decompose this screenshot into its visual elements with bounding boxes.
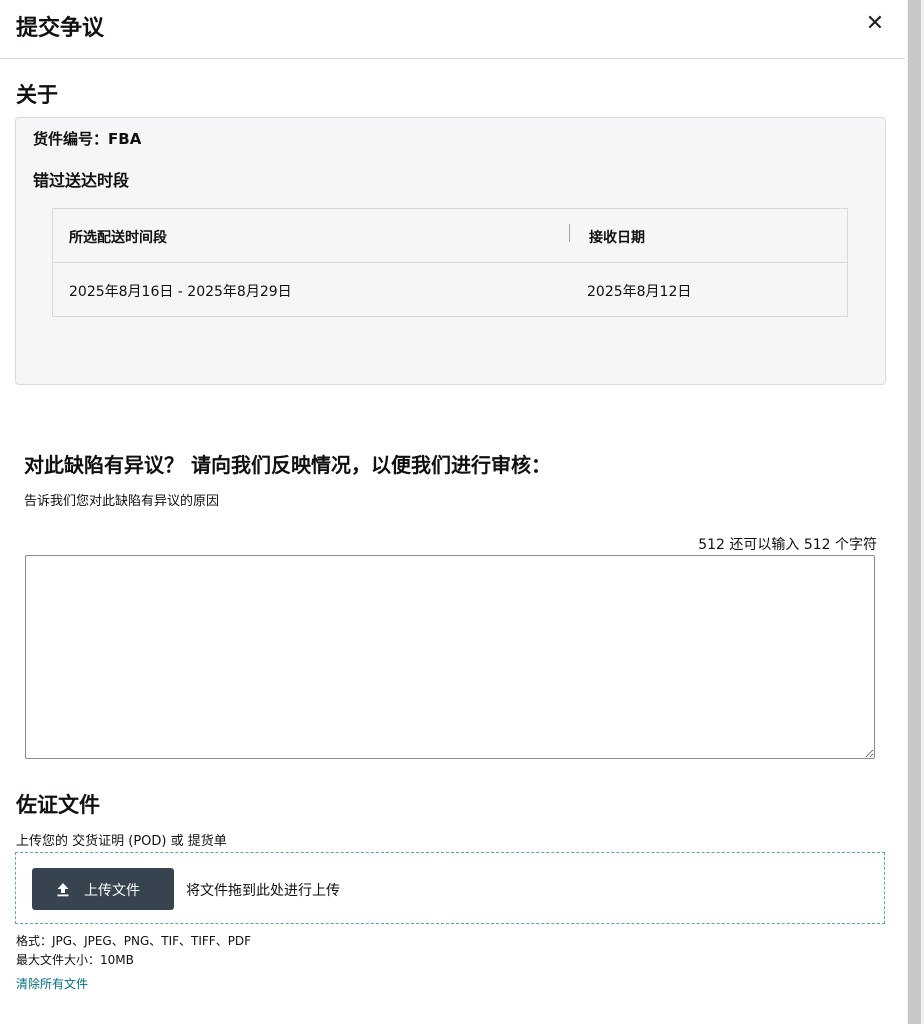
shipment-id-redaction (141, 130, 252, 144)
allowed-formats: 格式：JPG、JPEG、PNG、TIF、TIFF、PDF (16, 934, 252, 948)
dispute-reason-textarea[interactable] (25, 555, 875, 759)
close-icon[interactable]: ✕ (864, 11, 886, 37)
upload-file-button[interactable]: 上传文件 (32, 868, 174, 910)
table-cell-window: 2025年8月16日 - 2025年8月29日 (69, 284, 292, 300)
delivery-window-table: 所选配送时间段 接收日期 2025年8月16日 - 2025年8月29日 202… (52, 208, 848, 317)
about-section-title: 关于 (16, 83, 58, 107)
dialog-header: 提交争议 ✕ (0, 0, 905, 59)
scrollbar-thumb[interactable] (908, 0, 921, 1024)
drop-hint: 将文件拖到此处进行上传 (186, 883, 340, 899)
max-file-size: 最大文件大小：10MB (16, 953, 134, 967)
column-header-received: 接收日期 (589, 230, 645, 246)
about-card: 货件编号：FBA 错过送达时段 所选配送时间段 接收日期 2025年8月16日 … (15, 117, 886, 385)
shipment-label: 货件编号： (33, 130, 109, 148)
file-dropzone[interactable]: 上传文件 将文件拖到此处进行上传 (15, 852, 885, 924)
char-counter: 512 还可以输入 512 个字符 (698, 537, 877, 553)
dispute-subtext: 告诉我们您对此缺陷有异议的原因 (24, 494, 220, 509)
column-header-window: 所选配送时间段 (69, 230, 167, 246)
scrollbar[interactable] (907, 0, 924, 1024)
table-header-row: 所选配送时间段 接收日期 (53, 209, 847, 263)
upload-icon (57, 883, 69, 897)
shipment-id-line: 货件编号：FBA (33, 128, 252, 149)
evidence-section-title: 佐证文件 (16, 793, 100, 817)
dialog-title: 提交争议 (16, 16, 105, 41)
shipment-id: FBA (108, 130, 142, 148)
column-divider (569, 224, 570, 242)
issue-type: 错过送达时段 (33, 171, 130, 190)
upload-button-label: 上传文件 (84, 883, 140, 899)
dispute-heading: 对此缺陷有异议？ 请向我们反映情况，以便我们进行审核： (24, 453, 551, 477)
evidence-subtitle: 上传您的 交货证明 (POD) 或 提货单 (16, 834, 227, 849)
clear-all-files-link[interactable]: 清除所有文件 (16, 975, 88, 992)
table-cell-received: 2025年8月12日 (587, 284, 692, 300)
